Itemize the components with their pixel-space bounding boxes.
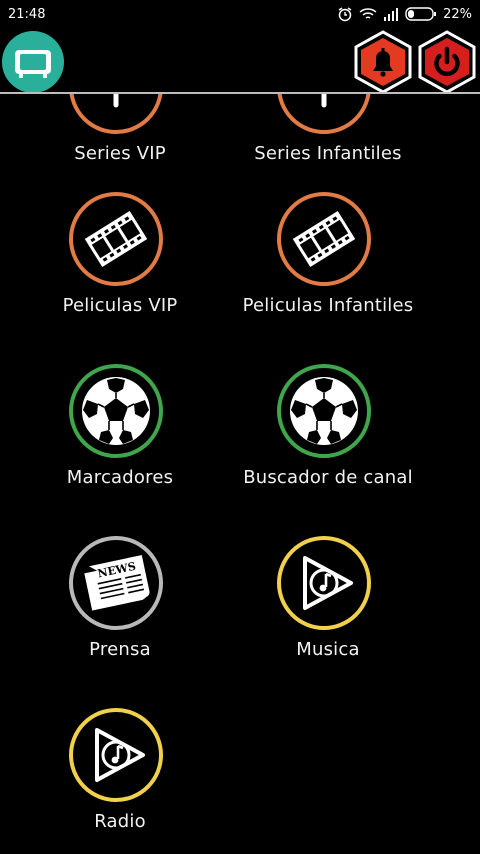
wifi-icon [359, 8, 377, 19]
menu-item-label: Peliculas Infantiles [242, 295, 414, 316]
power-button[interactable] [416, 30, 478, 94]
music-play-icon [303, 556, 353, 610]
menu-item-label: Marcadores [66, 467, 174, 488]
menu-item-label: Prensa [89, 639, 151, 660]
series-icon [321, 94, 327, 108]
menu-item-icon-ring [277, 192, 371, 286]
tv-button[interactable] [2, 31, 64, 93]
menu-item-peliculas-vip[interactable]: Peliculas VIP [0, 192, 240, 364]
status-icons: 22% [337, 6, 472, 22]
signal-icon [384, 7, 399, 21]
menu-item-buscador-de-canal[interactable]: Buscador de canal [208, 364, 448, 536]
menu-item-peliculas-infantiles[interactable]: Peliculas Infantiles [208, 192, 448, 364]
alarm-icon [338, 7, 352, 22]
menu-item-label: Musica [296, 639, 360, 660]
menu-item-icon-ring [277, 94, 371, 134]
soccer-ball-icon [290, 377, 358, 445]
soccer-ball-icon [82, 377, 150, 445]
status-bar: 21:48 22% [0, 0, 480, 28]
menu-item-label: Buscador de canal [243, 467, 413, 488]
menu-item-prensa[interactable]: NEWS Prensa [0, 536, 240, 708]
menu-item-radio[interactable]: Radio [0, 708, 240, 854]
menu-item-label: Peliculas VIP [62, 295, 178, 316]
battery-icon [405, 7, 437, 21]
menu-item-musica[interactable]: Musica [208, 536, 448, 708]
tv-icon [15, 50, 51, 78]
menu-item-icon-ring [69, 94, 163, 134]
film-strip-icon [292, 210, 356, 268]
menu-item-label: Radio [94, 811, 146, 832]
newspaper-icon: NEWS [81, 552, 152, 613]
menu-item-icon-ring: NEWS [69, 536, 163, 630]
music-play-icon [95, 728, 145, 782]
notifications-button[interactable] [352, 30, 414, 94]
series-icon [113, 94, 119, 108]
menu-item-marcadores[interactable]: Marcadores [0, 364, 240, 536]
menu-item-icon-ring [69, 708, 163, 802]
menu-item-label: Series Infantiles [254, 143, 402, 164]
menu-grid: Series VIP Series Infantiles Peliculas V… [0, 94, 480, 854]
menu-item-icon-ring [69, 192, 163, 286]
menu-item-icon-ring [69, 364, 163, 458]
menu-item-icon-ring [277, 536, 371, 630]
battery-percent: 22% [443, 6, 472, 22]
status-time: 21:48 [8, 6, 46, 22]
film-strip-icon [84, 210, 148, 268]
menu-item-label: Series VIP [74, 143, 166, 164]
menu-item-icon-ring [277, 364, 371, 458]
